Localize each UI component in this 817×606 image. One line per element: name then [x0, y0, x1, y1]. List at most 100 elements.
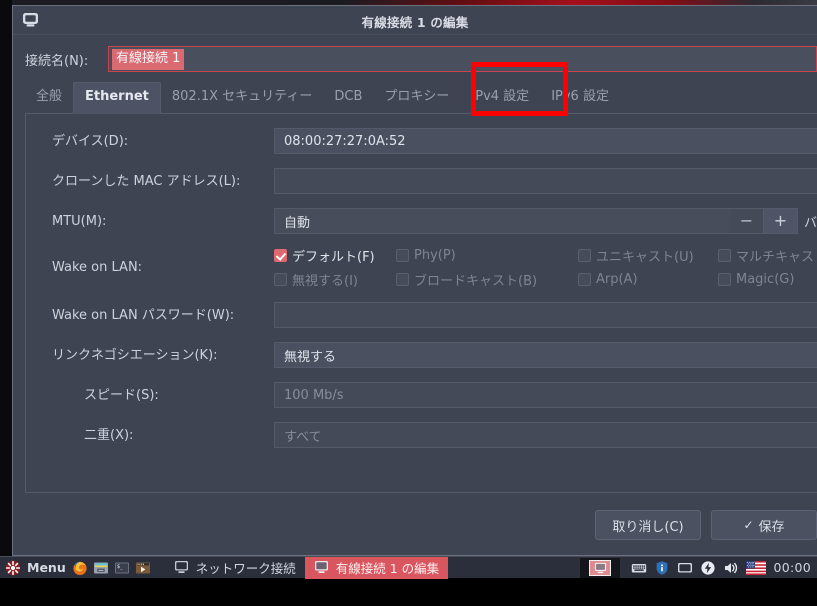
- duplex-select[interactable]: すべて: [274, 422, 817, 448]
- svg-text:$_: $_: [117, 564, 124, 570]
- system-tray-area: 00:00: [580, 557, 817, 579]
- media-player-icon[interactable]: [135, 560, 151, 576]
- tab-general[interactable]: 全般: [25, 83, 73, 113]
- screen: 有線接続 1 の編集 接続名(N): 有線接続 1 全般 Ethernet 80…: [0, 0, 817, 606]
- tab-dcb[interactable]: DCB: [323, 83, 373, 113]
- taskbar: Menu $_ ネットワーク接続 有線接続 1 の編集 00:00: [0, 556, 817, 579]
- duplex-row: 二重(X): すべて: [26, 422, 817, 448]
- wol-checkbox-unicast[interactable]: ユニキャスト(U): [578, 246, 718, 265]
- window-titlebar[interactable]: 有線接続 1 の編集: [13, 6, 817, 35]
- checkbox-box-icon: [274, 273, 287, 286]
- save-button-label: 保存: [758, 519, 785, 535]
- star-menu-icon: [5, 560, 21, 576]
- cloned-mac-row: クローンした MAC アドレス(L):: [26, 168, 817, 194]
- workspace-pager[interactable]: [580, 557, 621, 578]
- display-icon[interactable]: [677, 560, 693, 576]
- connection-name-input[interactable]: 有線接続 1: [108, 46, 817, 72]
- task-list: ネットワーク接続 有線接続 1 の編集: [165, 556, 449, 579]
- cloned-mac-input[interactable]: [274, 168, 817, 194]
- task-button-edit-wired-connection[interactable]: 有線接続 1 の編集: [304, 556, 449, 579]
- checkbox-box-icon: [396, 249, 409, 262]
- mtu-stepper: 自動 − + バ: [274, 208, 817, 234]
- wake-on-lan-row: Wake on LAN: デフォルト(F) Phy(P) ユニキャスト(U) マ…: [26, 246, 817, 289]
- check-icon: ✓: [743, 518, 754, 532]
- save-button[interactable]: ✓ 保存: [711, 510, 817, 540]
- quick-launch-bar: $_: [72, 560, 151, 576]
- keyboard-icon[interactable]: [631, 560, 647, 576]
- connection-name-row: 接続名(N): 有線接続 1: [13, 45, 817, 73]
- wol-label-unicast: ユニキャスト(U): [596, 250, 694, 265]
- flag-us-icon[interactable]: [746, 560, 767, 576]
- edit-connection-window: 有線接続 1 の編集 接続名(N): 有線接続 1 全般 Ethernet 80…: [12, 5, 817, 556]
- firefox-icon[interactable]: [72, 560, 88, 576]
- file-manager-icon[interactable]: [93, 560, 109, 576]
- wol-checkbox-broadcast[interactable]: ブロードキャスト(B): [396, 270, 578, 289]
- checkbox-box-icon: [578, 273, 591, 286]
- wake-on-lan-row-1: デフォルト(F) Phy(P) ユニキャスト(U) マルチキャス: [274, 246, 817, 265]
- duplex-label: 二重(X):: [84, 427, 134, 443]
- tab-8021x-security[interactable]: 802.1X セキュリティー: [161, 83, 323, 113]
- ethernet-tab-page: デバイス(D): 08:00:27:27:0A:52 クローンした MAC アド…: [25, 114, 817, 493]
- mtu-row: MTU(M): 自動 − + バ: [26, 208, 817, 234]
- wol-checkbox-multicast[interactable]: マルチキャス: [718, 246, 814, 265]
- checkbox-box-icon: [718, 273, 731, 286]
- taskbar-clock[interactable]: 00:00: [773, 560, 817, 575]
- volume-icon[interactable]: [723, 560, 739, 576]
- shield-info-icon[interactable]: [654, 560, 670, 576]
- cloned-mac-label: クローンした MAC アドレス(L):: [52, 173, 241, 189]
- wol-label-multicast: マルチキャス: [736, 250, 815, 265]
- link-negotiation-label: リンクネゴシエーション(K):: [52, 347, 218, 363]
- tab-ipv6-settings[interactable]: IPv6 設定: [540, 83, 620, 113]
- power-bolt-icon[interactable]: [700, 560, 716, 576]
- desktop-left-margin: [0, 0, 12, 556]
- task-label-network-connections: ネットワーク接続: [195, 561, 296, 576]
- link-negotiation-row: リンクネゴシエーション(K): 無視する: [26, 342, 817, 368]
- wol-label-ignore: 無視する(I): [292, 274, 358, 289]
- wol-checkbox-ignore[interactable]: 無視する(I): [274, 270, 396, 289]
- dialog-action-bar: 取り消し(C) ✓ 保存: [25, 501, 817, 549]
- wol-checkbox-arp[interactable]: Arp(A): [578, 272, 718, 287]
- wol-password-row: Wake on LAN パスワード(W):: [26, 302, 817, 328]
- wake-on-lan-label: Wake on LAN:: [52, 260, 143, 275]
- wol-checkbox-magic[interactable]: Magic(G): [718, 272, 794, 287]
- speed-label: スピード(S):: [84, 387, 159, 403]
- device-label: デバイス(D):: [52, 133, 129, 149]
- start-menu-button[interactable]: Menu: [0, 560, 66, 576]
- start-menu-label: Menu: [27, 560, 66, 575]
- device-input[interactable]: 08:00:27:27:0A:52: [274, 128, 817, 154]
- mtu-input[interactable]: 自動: [274, 208, 730, 234]
- wol-checkbox-default[interactable]: デフォルト(F): [274, 246, 396, 265]
- wol-label-broadcast: ブロードキャスト(B): [414, 274, 538, 289]
- link-negotiation-select[interactable]: 無視する: [274, 342, 817, 368]
- checkbox-box-icon: [718, 249, 731, 262]
- task-button-network-connections[interactable]: ネットワーク接続: [165, 557, 305, 579]
- wol-label-magic: Magic(G): [736, 272, 795, 287]
- device-row: デバイス(D): 08:00:27:27:0A:52: [26, 128, 817, 154]
- ethernet-form: デバイス(D): 08:00:27:27:0A:52 クローンした MAC アド…: [26, 114, 817, 448]
- tab-proxy[interactable]: プロキシー: [373, 83, 460, 113]
- connection-name-label: 接続名(N):: [25, 53, 89, 69]
- tab-ethernet[interactable]: Ethernet: [73, 82, 161, 114]
- checkbox-box-icon: [396, 273, 409, 286]
- speed-select[interactable]: 100 Mb/s: [274, 382, 817, 408]
- window-icon: [314, 560, 330, 576]
- tray-icons: [624, 560, 773, 576]
- wol-label-phy: Phy(P): [414, 248, 456, 263]
- mtu-decrement-button[interactable]: −: [729, 208, 764, 234]
- connection-name-value: 有線接続 1: [112, 48, 185, 70]
- wol-label-default: デフォルト(F): [292, 250, 375, 265]
- wake-on-lan-row-2: 無視する(I) ブロードキャスト(B) Arp(A) Magic(G): [274, 270, 817, 289]
- checkbox-box-icon: [274, 249, 287, 262]
- checkbox-box-icon: [578, 249, 591, 262]
- mtu-increment-button[interactable]: +: [763, 208, 798, 234]
- tab-ipv4-settings[interactable]: IPv4 設定: [460, 83, 540, 113]
- wol-password-input[interactable]: [274, 302, 817, 328]
- wol-checkbox-phy[interactable]: Phy(P): [396, 248, 578, 263]
- cancel-button[interactable]: 取り消し(C): [595, 510, 701, 540]
- speed-row: スピード(S): 100 Mb/s: [26, 382, 817, 408]
- workspace-1[interactable]: [589, 559, 612, 576]
- terminal-icon[interactable]: $_: [114, 560, 130, 576]
- wol-label-arp: Arp(A): [596, 272, 638, 287]
- window-icon: [174, 560, 190, 576]
- tab-strip: 全般 Ethernet 802.1X セキュリティー DCB プロキシー IPv…: [25, 82, 817, 114]
